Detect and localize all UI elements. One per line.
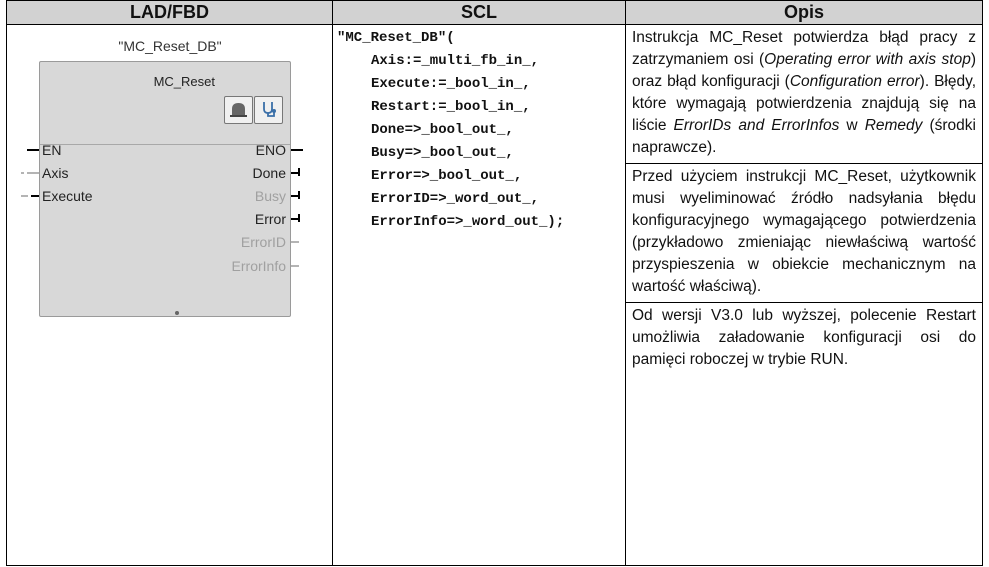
pin-en: EN bbox=[42, 142, 62, 158]
function-block-title: MC_Reset bbox=[153, 74, 215, 89]
italic-term: Operating error with axis stop bbox=[764, 51, 971, 68]
content-row: "MC_Reset_DB" MC_Reset EN Axis Execute E… bbox=[6, 24, 983, 566]
scl-cell: "MC_Reset_DB"( Axis:=_multi_fb_in_, Execut… bbox=[332, 24, 626, 566]
description-paragraph-1: Instrukcja MC_Reset potwierdza błąd prac… bbox=[632, 25, 976, 163]
eno-wire bbox=[290, 149, 303, 151]
function-block[interactable]: MC_Reset EN Axis Execute ENO Done Busy E… bbox=[39, 61, 291, 317]
function-block-header: MC_Reset bbox=[40, 62, 290, 145]
errorid-wire bbox=[290, 241, 299, 243]
pin-axis: Axis bbox=[42, 165, 69, 181]
header-scl: SCL bbox=[332, 0, 626, 25]
expand-handle[interactable] bbox=[175, 311, 179, 315]
italic-term: ErrorIDs and ErrorInfos bbox=[673, 117, 840, 134]
pin-execute: Execute bbox=[42, 188, 93, 204]
pin-error: Error bbox=[254, 211, 286, 227]
function-block-separator bbox=[40, 144, 290, 145]
header-lad-fbd: LAD/FBD bbox=[6, 0, 333, 25]
scl-line: Busy=>_bool_out_, bbox=[371, 145, 514, 161]
scl-line: Restart:=_bool_in_, bbox=[371, 99, 531, 115]
pin-done: Done bbox=[252, 165, 286, 181]
error-tick bbox=[298, 214, 300, 222]
header-opis: Opis bbox=[625, 0, 983, 25]
block-icon[interactable] bbox=[224, 96, 253, 124]
instruction-table: LAD/FBD SCL Opis "MC_Reset_DB" MC_Reset … bbox=[6, 0, 983, 566]
instance-db-name: "MC_Reset_DB" bbox=[118, 38, 222, 54]
italic-term: Remedy bbox=[864, 117, 923, 134]
busy-tick bbox=[298, 191, 300, 199]
pin-errorinfo: ErrorInfo bbox=[231, 258, 286, 274]
description-paragraph-3: Od wersji V3.0 lub wyższej, polecenie Re… bbox=[632, 307, 976, 368]
scl-line: ErrorInfo=>_word_out_); bbox=[371, 214, 565, 230]
done-tick bbox=[298, 168, 300, 176]
fbd-diagram: "MC_Reset_DB" MC_Reset EN Axis Execute E… bbox=[7, 25, 332, 565]
opis-cell: Instrukcja MC_Reset potwierdza błąd prac… bbox=[625, 24, 983, 566]
scl-code: "MC_Reset_DB"( Axis:=_multi_fb_in_, Execut… bbox=[333, 25, 625, 234]
scl-line: "MC_Reset_DB"( bbox=[337, 30, 455, 46]
errorinfo-wire bbox=[290, 265, 299, 267]
diagnostics-icon[interactable] bbox=[254, 96, 283, 124]
scl-line: Done=>_bool_out_, bbox=[371, 122, 514, 138]
scl-line: ErrorID=>_word_out_, bbox=[371, 191, 540, 207]
execute-wire-gray bbox=[21, 195, 28, 197]
description: Instrukcja MC_Reset potwierdza błąd prac… bbox=[626, 25, 982, 375]
pin-busy: Busy bbox=[254, 188, 286, 204]
pin-errorid: ErrorID bbox=[240, 234, 286, 250]
header-row: LAD/FBD SCL Opis bbox=[6, 0, 983, 25]
lad-fbd-cell: "MC_Reset_DB" MC_Reset EN Axis Execute E… bbox=[6, 24, 333, 566]
scl-line: Error=>_bool_out_, bbox=[371, 168, 523, 184]
scl-line: Axis:=_multi_fb_in_, bbox=[371, 53, 540, 69]
pin-eno: ENO bbox=[255, 142, 286, 158]
text: w bbox=[839, 117, 865, 134]
scl-line: Execute:=_bool_in_, bbox=[371, 76, 531, 92]
axis-wire-dot bbox=[21, 172, 24, 174]
description-paragraph-2: Przed użyciem instrukcji MC_Reset, użytk… bbox=[632, 168, 976, 295]
italic-term: Configuration error bbox=[789, 73, 920, 90]
